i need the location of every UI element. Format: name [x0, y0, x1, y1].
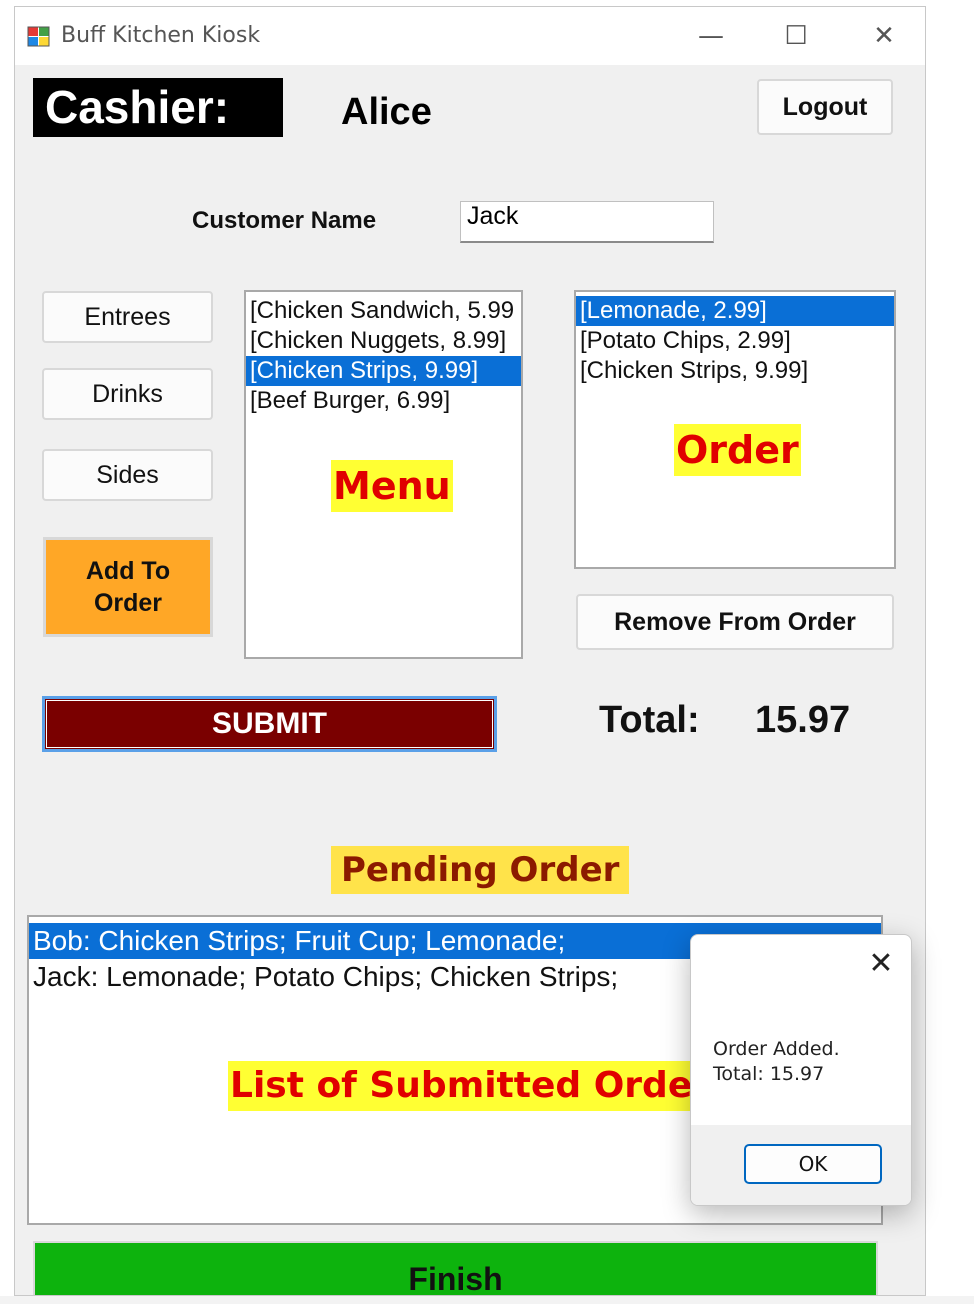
close-icon[interactable]: ✕	[864, 19, 904, 53]
dialog-close-icon[interactable]: ✕	[863, 945, 899, 981]
cashier-label: Cashier:	[33, 78, 283, 137]
customer-name-label: Customer Name	[192, 207, 377, 234]
order-item[interactable]: [Potato Chips, 2.99]	[576, 326, 894, 356]
menu-item[interactable]: [Chicken Nuggets, 8.99]	[246, 326, 521, 356]
menu-annotation: Menu	[331, 460, 453, 512]
app-icon	[27, 26, 50, 47]
title-bar: Buff Kitchen Kiosk — ☐ ✕	[15, 7, 925, 65]
drinks-button[interactable]: Drinks	[42, 368, 213, 420]
order-item-selected[interactable]: [Lemonade, 2.99]	[576, 296, 894, 326]
order-annotation: Order	[674, 424, 801, 476]
remove-from-order-button[interactable]: Remove From Order	[576, 594, 894, 650]
total-label: Total:	[599, 699, 700, 741]
submitted-orders-annotation: List of Submitted Orders	[228, 1061, 734, 1111]
window-title: Buff Kitchen Kiosk	[61, 23, 261, 48]
add-to-order-label-line2: Order	[93, 589, 163, 617]
dialog-message-line2: Total: 15.97	[713, 1063, 825, 1085]
entrees-button[interactable]: Entrees	[42, 291, 213, 343]
submit-button[interactable]: SUBMIT	[42, 696, 497, 752]
minimize-icon[interactable]: —	[691, 19, 731, 53]
menu-item[interactable]: [Chicken Sandwich, 5.99	[246, 296, 521, 326]
logout-button[interactable]: Logout	[757, 79, 893, 135]
order-item[interactable]: [Chicken Strips, 9.99]	[576, 356, 894, 386]
sides-button[interactable]: Sides	[42, 449, 213, 501]
pending-order-heading: Pending Order	[331, 846, 630, 894]
bottom-strip	[0, 1296, 974, 1304]
menu-item[interactable]: [Beef Burger, 6.99]	[246, 386, 521, 416]
ok-button[interactable]: OK	[744, 1144, 882, 1184]
dialog-message-line1: Order Added.	[713, 1038, 840, 1060]
cashier-name: Alice	[341, 91, 432, 133]
add-to-order-button[interactable]: Add To Order	[43, 537, 213, 637]
add-to-order-label-line1: Add To	[85, 557, 171, 585]
dialog-message: Order Added. Total: 15.97	[713, 1037, 840, 1087]
total-value: 15.97	[755, 699, 851, 741]
customer-name-input[interactable]: Jack	[460, 201, 714, 243]
finish-button[interactable]: Finish	[33, 1241, 878, 1295]
dialog-footer: OK	[691, 1125, 911, 1205]
order-added-dialog: ✕ Order Added. Total: 15.97 OK	[690, 934, 912, 1206]
menu-item-selected[interactable]: [Chicken Strips, 9.99]	[246, 356, 521, 386]
maximize-icon[interactable]: ☐	[776, 19, 816, 53]
